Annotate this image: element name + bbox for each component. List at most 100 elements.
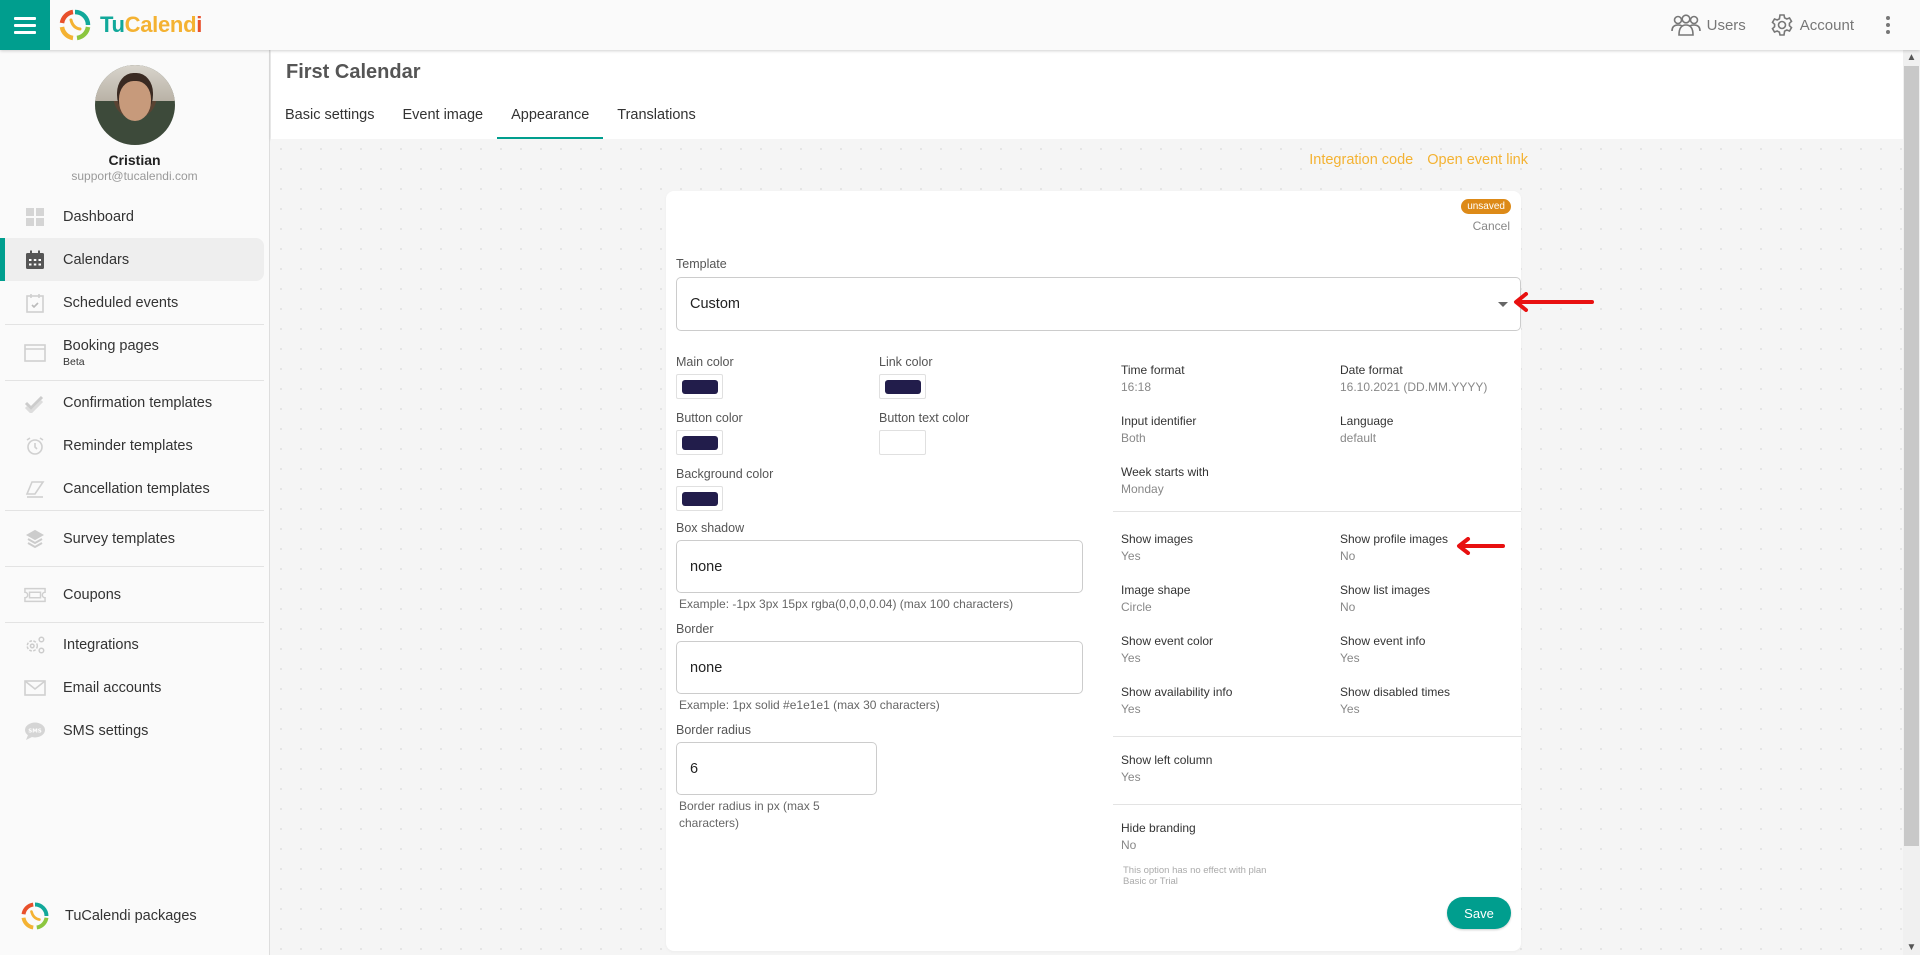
account-button[interactable]: Account (1770, 13, 1854, 37)
browser-window-icon (24, 342, 46, 364)
scrollbar-thumb[interactable] (1904, 66, 1919, 846)
sidebar-item-label: TuCalendi packages (65, 907, 197, 924)
menu-line (14, 23, 36, 27)
sidebar-item-label: Confirmation templates (63, 394, 213, 411)
option-value: default (1340, 431, 1377, 445)
sidebar-item-calendars[interactable]: Calendars (0, 238, 264, 281)
option-label: Date format (1340, 363, 1403, 377)
red-arrow-annotation-icon (1514, 292, 1594, 312)
tab-event-image[interactable]: Event image (388, 100, 497, 139)
link-color-label: Link color (879, 355, 933, 369)
option-value: Yes (1121, 549, 1141, 563)
cancel-button[interactable]: Cancel (1473, 219, 1510, 233)
sidebar-item-label: Coupons (63, 586, 122, 603)
scroll-up-arrow-icon[interactable]: ▲ (1903, 50, 1920, 65)
option-show-availability-info[interactable]: Show availability info Yes (1121, 685, 1232, 716)
border-hint: Example: 1px solid #e1e1e1 (max 30 chara… (679, 698, 940, 712)
box-shadow-value: none (690, 558, 723, 575)
hamburger-menu-button[interactable] (0, 0, 50, 50)
option-show-left-column[interactable]: Show left column Yes (1121, 753, 1212, 784)
option-image-shape[interactable]: Image shape Circle (1121, 583, 1190, 614)
option-label: Show images (1121, 532, 1194, 546)
page-scrollbar[interactable]: ▲ ▼ (1903, 50, 1920, 955)
option-language[interactable]: Language default (1340, 414, 1393, 445)
link-color-swatch (885, 380, 921, 394)
border-radius-input[interactable]: 6 (676, 742, 877, 795)
option-hide-branding[interactable]: Hide branding No (1121, 821, 1196, 852)
sidebar-item-survey-templates[interactable]: Survey templates (0, 511, 264, 566)
sidebar-item-confirmation-templates[interactable]: Confirmation templates (0, 381, 264, 424)
background-color-picker[interactable] (676, 486, 723, 511)
main-color-swatch (682, 380, 718, 394)
option-show-profile-images[interactable]: Show profile images No (1340, 532, 1448, 563)
brand-part-i: i (196, 12, 203, 37)
svg-text:SMS: SMS (28, 728, 41, 734)
box-shadow-input[interactable]: none (676, 540, 1083, 593)
sidebar-item-label: Integrations (63, 636, 139, 653)
sidebar-item-integrations[interactable]: Integrations (0, 623, 264, 666)
divider (1113, 736, 1521, 737)
sms-bubble-icon: SMS (24, 720, 46, 742)
integration-code-link[interactable]: Integration code (1309, 152, 1413, 168)
tab-translations[interactable]: Translations (603, 100, 709, 139)
users-button[interactable]: Users (1670, 14, 1746, 36)
option-value: Both (1121, 431, 1146, 445)
tab-appearance[interactable]: Appearance (497, 100, 604, 139)
option-show-images[interactable]: Show images Yes (1121, 532, 1193, 563)
option-time-format[interactable]: Time format 16:18 (1121, 363, 1185, 394)
border-radius-value: 6 (690, 760, 699, 777)
option-week-starts[interactable]: Week starts with Monday (1121, 465, 1209, 496)
scroll-down-arrow-icon[interactable]: ▼ (1903, 940, 1920, 955)
border-input[interactable]: none (676, 641, 1083, 694)
template-label: Template (676, 257, 727, 271)
template-select[interactable]: Custom (676, 277, 1521, 331)
option-value: Monday (1121, 482, 1164, 496)
button-text-color-picker[interactable] (879, 430, 926, 455)
envelope-icon (24, 677, 46, 699)
background-color-label: Background color (676, 467, 774, 481)
option-show-event-color[interactable]: Show event color Yes (1121, 634, 1213, 665)
option-input-identifier[interactable]: Input identifier Both (1121, 414, 1196, 445)
top-right-actions: Users Account (1670, 0, 1920, 50)
sidebar-item-dashboard[interactable]: Dashboard (0, 195, 264, 238)
option-show-event-info[interactable]: Show event info Yes (1340, 634, 1425, 665)
tucalendi-logo-icon (59, 9, 91, 41)
sidebar-item-email-accounts[interactable]: Email accounts (0, 666, 264, 709)
open-event-link[interactable]: Open event link (1427, 152, 1528, 168)
brand-name: TuCalendi (100, 12, 202, 38)
button-color-picker[interactable] (676, 430, 723, 455)
sidebar-item-scheduled-events[interactable]: Scheduled events (0, 281, 264, 324)
profile-name: Cristian (108, 152, 161, 168)
menu-line (14, 16, 36, 20)
dashboard-icon (24, 206, 46, 228)
link-color-picker[interactable] (879, 374, 926, 399)
sidebar-item-coupons[interactable]: Coupons (0, 567, 264, 622)
content-area: Integration code Open event link unsaved… (271, 139, 1903, 955)
sidebar-item-booking-pages[interactable]: Booking pages Beta (0, 325, 264, 380)
sidebar-item-sms-settings[interactable]: SMS SMS settings (0, 709, 264, 752)
avatar[interactable] (94, 65, 175, 145)
red-arrow-annotation-icon (1457, 537, 1505, 555)
option-value: Yes (1121, 770, 1141, 784)
border-radius-hint: Border radius in px (max 5 characters) (679, 799, 820, 830)
sidebar-bottom: TuCalendi packages (0, 894, 269, 937)
option-show-list-images[interactable]: Show list images No (1340, 583, 1430, 614)
calendar-check-icon (24, 292, 46, 314)
more-options-button[interactable] (1878, 16, 1898, 34)
page-title: First Calendar (286, 61, 421, 83)
main-color-picker[interactable] (676, 374, 723, 399)
sidebar-item-reminder-templates[interactable]: Reminder templates (0, 424, 264, 467)
option-show-disabled-times[interactable]: Show disabled times Yes (1340, 685, 1450, 716)
option-date-format[interactable]: Date format 16.10.2021 (DD.MM.YYYY) (1340, 363, 1487, 394)
sidebar-item-cancellation-templates[interactable]: Cancellation templates (0, 467, 264, 510)
dropdown-arrow-icon (1498, 302, 1508, 307)
brand-logo[interactable]: TuCalendi (58, 8, 202, 42)
option-label: Time format (1121, 363, 1185, 377)
save-button[interactable]: Save (1447, 897, 1511, 929)
sidebar-item-tucalendi-packages[interactable]: TuCalendi packages (0, 894, 264, 937)
option-label: Input identifier (1121, 414, 1197, 428)
event-links: Integration code Open event link (1309, 152, 1528, 168)
option-label: Show availability info (1121, 685, 1233, 699)
tab-basic-settings[interactable]: Basic settings (271, 100, 388, 139)
sidebar-nav: Dashboard Calendars Scheduled events Boo… (0, 195, 269, 752)
